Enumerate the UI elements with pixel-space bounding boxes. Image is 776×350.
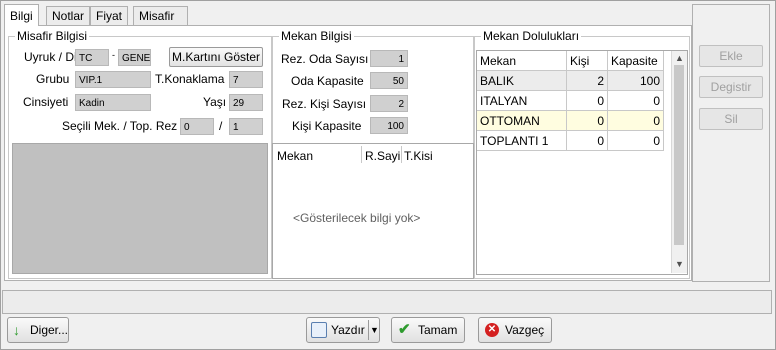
occ-row-capacity: 100 xyxy=(607,70,664,91)
venue-info-title: Mekan Bilgisi xyxy=(279,29,354,43)
gender-field[interactable]: Kadin xyxy=(75,94,151,111)
person-capacity-field[interactable]: 100 xyxy=(370,117,408,134)
venue-col-tkisi[interactable]: T.Kisi xyxy=(404,149,433,163)
occ-row-name: BALIK xyxy=(477,70,567,91)
occupancy-scrollbar[interactable]: ▲ ▼ xyxy=(671,51,687,273)
venue-col-divider xyxy=(361,146,362,163)
occupancy-table: Mekan Kişi Kapasite BALIK 2 100 ITALYAN … xyxy=(477,51,664,151)
venue-col-divider xyxy=(401,146,402,163)
age-field[interactable]: 29 xyxy=(229,94,263,111)
occ-row-name: ITALYAN xyxy=(477,90,567,111)
occ-row-name: TOPLANTI 1 xyxy=(477,130,567,151)
add-button[interactable]: Ekle xyxy=(699,45,763,67)
person-capacity-label: Kişi Kapasite xyxy=(292,119,362,133)
table-row[interactable]: TOPLANTI 1 0 0 xyxy=(477,130,664,151)
table-row[interactable]: BALIK 2 100 xyxy=(477,70,664,91)
status-bar xyxy=(2,290,772,314)
venue-col-rsayi[interactable]: R.Sayi xyxy=(365,149,400,163)
scrollbar-thumb[interactable] xyxy=(674,65,684,245)
print-button[interactable]: Yazdır ▼ xyxy=(306,317,380,343)
occ-col-kisi[interactable]: Kişi xyxy=(566,51,608,71)
other-button[interactable]: ↓ Diger... xyxy=(7,317,69,343)
occupancy-title: Mekan Dolulukları xyxy=(481,29,582,43)
res-rooms-label: Rez. Oda Sayısı xyxy=(281,52,369,66)
edit-button[interactable]: Degistir xyxy=(699,76,763,98)
delete-button[interactable]: Sil xyxy=(699,108,763,130)
total-field[interactable]: 1 xyxy=(229,118,263,135)
occ-row-persons: 0 xyxy=(566,90,608,111)
group-label: Grubu xyxy=(36,72,70,86)
selected-slash: / xyxy=(219,119,223,133)
selected-field[interactable]: 0 xyxy=(180,118,214,135)
venue-grid[interactable]: Mekan R.Sayi T.Kisi <Gösterilecek bilgi … xyxy=(272,143,474,279)
cancel-icon: ✕ xyxy=(485,323,499,337)
tab-panel: Misafir Bilgisi Uyruk / Dil TC - GENEL M… xyxy=(4,25,692,281)
occ-row-persons: 2 xyxy=(566,70,608,91)
show-card-button[interactable]: M.Kartını Göster xyxy=(169,47,263,67)
print-split-divider xyxy=(368,320,369,340)
ok-button-label: Tamam xyxy=(418,323,458,337)
tab-misafir-gruplari[interactable]: Misafir Grupları xyxy=(133,6,189,41)
guest-info-title: Misafir Bilgisi xyxy=(15,29,90,43)
room-capacity-field[interactable]: 50 xyxy=(370,72,408,89)
occ-row-name: OTTOMAN xyxy=(477,110,567,131)
occ-row-capacity: 0 xyxy=(607,110,664,131)
table-row[interactable]: ITALYAN 0 0 xyxy=(477,90,664,111)
occ-row-persons: 0 xyxy=(566,110,608,131)
stay-label: T.Konaklama xyxy=(155,72,225,86)
side-button-panel: Ekle Degistir Sil xyxy=(692,4,770,282)
cancel-button-label: Vazgeç xyxy=(505,323,545,337)
language-field[interactable]: GENEL xyxy=(118,49,151,66)
scroll-down-icon[interactable]: ▼ xyxy=(675,259,684,269)
add-button-label: Ekle xyxy=(719,49,743,63)
edit-button-label: Degistir xyxy=(710,80,752,94)
show-card-label: M.Kartını Göster xyxy=(171,50,261,64)
occ-row-capacity: 0 xyxy=(607,90,664,111)
res-rooms-field[interactable]: 1 xyxy=(370,50,408,67)
occupancy-grid[interactable]: Mekan Kişi Kapasite BALIK 2 100 ITALYAN … xyxy=(476,50,688,275)
arrow-down-icon: ↓ xyxy=(13,322,20,338)
print-preview-icon xyxy=(311,322,327,338)
tab-notlar[interactable]: Notlar xyxy=(46,6,91,25)
ok-button[interactable]: ✔ Tamam xyxy=(391,317,465,343)
res-persons-label: Rez. Kişi Sayısı xyxy=(282,97,367,111)
venue-empty-text: <Gösterilecek bilgi yok> xyxy=(293,211,421,225)
nationality-dash: - xyxy=(112,50,115,60)
stay-field[interactable]: 7 xyxy=(229,71,263,88)
res-persons-field[interactable]: 2 xyxy=(370,95,408,112)
cancel-button[interactable]: ✕ Vazgeç xyxy=(478,317,552,343)
gender-label: Cinsiyeti xyxy=(23,95,69,109)
occ-row-capacity: 0 xyxy=(607,130,664,151)
tab-fiyat[interactable]: Fiyat xyxy=(90,6,129,25)
occupancy-header-row: Mekan Kişi Kapasite xyxy=(477,51,664,71)
guest-photo-area xyxy=(12,143,268,274)
nationality-field[interactable]: TC xyxy=(75,49,109,66)
tab-bilgi[interactable]: Bilgi xyxy=(4,4,39,26)
group-field[interactable]: VIP.1 xyxy=(75,71,151,88)
checkmark-icon: ✔ xyxy=(398,321,411,338)
age-label: Yaşı xyxy=(203,95,227,109)
delete-button-label: Sil xyxy=(724,112,738,126)
dropdown-arrow-icon[interactable]: ▼ xyxy=(370,318,379,342)
occ-col-kapasite[interactable]: Kapasite xyxy=(607,51,664,71)
selected-label: Seçili Mek. / Top. Rez xyxy=(62,119,178,133)
table-row-selected[interactable]: OTTOMAN 0 0 xyxy=(477,110,664,131)
venue-col-mekan[interactable]: Mekan xyxy=(277,149,313,163)
other-button-label: Diger... xyxy=(30,323,69,337)
room-capacity-label: Oda Kapasite xyxy=(291,74,364,88)
occ-row-persons: 0 xyxy=(566,130,608,151)
print-button-label: Yazdır xyxy=(331,323,365,337)
scroll-up-icon[interactable]: ▲ xyxy=(675,53,684,63)
occ-col-mekan[interactable]: Mekan xyxy=(477,51,567,71)
nationality-label: Uyruk / Dil xyxy=(24,50,80,64)
